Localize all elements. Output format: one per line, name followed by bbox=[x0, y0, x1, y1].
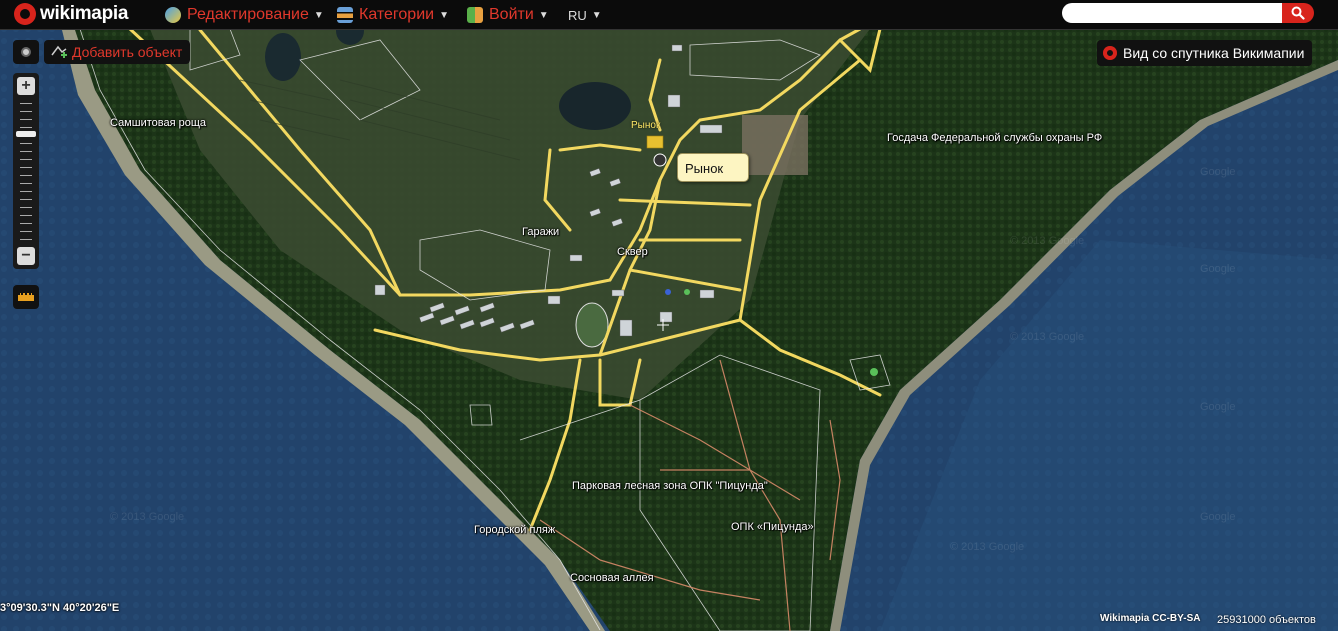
zoom-tick bbox=[20, 183, 32, 184]
copyright-text[interactable]: Wikimapia CC-BY-SA bbox=[1100, 613, 1200, 624]
search-icon bbox=[1291, 6, 1305, 20]
language-selector[interactable]: RU ▼ bbox=[568, 5, 602, 25]
categories-icon bbox=[337, 7, 353, 23]
zoom-slider-handle[interactable] bbox=[16, 131, 36, 137]
svg-text:Google: Google bbox=[1200, 166, 1235, 178]
object-count: 25931000 объектов bbox=[1217, 614, 1316, 626]
top-bar: wikimapia Редактирование ▼ Категории ▼ В… bbox=[0, 0, 1338, 30]
map-label-opk[interactable]: ОПК «Пицунда» bbox=[731, 521, 814, 533]
zoom-control: + − bbox=[13, 73, 39, 269]
add-object-label: Добавить объект bbox=[72, 44, 183, 60]
ruler-button[interactable] bbox=[13, 285, 39, 309]
satellite-view-button[interactable]: Вид со спутника Викимапии bbox=[1097, 40, 1313, 66]
search-input[interactable] bbox=[1062, 3, 1282, 23]
svg-text:© 2013 Google: © 2013 Google bbox=[1010, 331, 1084, 343]
wikimapia-logo[interactable]: wikimapia bbox=[14, 3, 128, 25]
logo-text: wikimapia bbox=[40, 3, 129, 24]
satellite-view-label: Вид со спутника Викимапии bbox=[1123, 45, 1305, 61]
zoom-tick bbox=[20, 191, 32, 192]
svg-text:© 2013 Google: © 2013 Google bbox=[110, 511, 184, 523]
zoom-tick bbox=[20, 199, 32, 200]
svg-text:Google: Google bbox=[1200, 263, 1235, 275]
zoom-tick bbox=[20, 159, 32, 160]
wikimapia-logo-icon bbox=[1103, 46, 1117, 60]
menu-edit-label: Редактирование bbox=[187, 6, 309, 23]
chevron-down-icon: ▼ bbox=[591, 9, 602, 21]
zoom-tick bbox=[20, 175, 32, 176]
zoom-tick bbox=[20, 119, 32, 120]
zoom-out-button[interactable]: − bbox=[17, 247, 35, 265]
zoom-tick bbox=[20, 143, 32, 144]
map-label-park[interactable]: Парковая лесная зона ОПК "Пицунда" bbox=[572, 480, 768, 492]
menu-edit[interactable]: Редактирование ▼ bbox=[165, 5, 324, 25]
menu-login[interactable]: Войти ▼ bbox=[467, 5, 549, 25]
zoom-tick bbox=[20, 127, 32, 128]
zoom-tick bbox=[20, 167, 32, 168]
zoom-tick bbox=[20, 231, 32, 232]
search-button[interactable] bbox=[1282, 3, 1314, 23]
map-label-garazhi[interactable]: Гаражи bbox=[522, 226, 559, 238]
zoom-tick bbox=[20, 223, 32, 224]
login-icon bbox=[467, 7, 483, 23]
add-object-button[interactable]: Добавить объект bbox=[44, 40, 191, 64]
add-object-icon bbox=[51, 45, 67, 58]
svg-text:Google: Google bbox=[1200, 401, 1235, 413]
zoom-tick bbox=[20, 239, 32, 240]
zoom-tick bbox=[20, 215, 32, 216]
map-label-skver[interactable]: Сквер bbox=[617, 246, 648, 258]
coordinates-readout: 3°09'30.3"N 40°20'26"E bbox=[0, 602, 120, 614]
svg-text:© 2013 Google: © 2013 Google bbox=[1010, 235, 1084, 247]
market-pin-label[interactable]: Рынок bbox=[631, 120, 660, 131]
map-label-beach[interactable]: Городской пляж bbox=[474, 524, 555, 536]
satellite-map[interactable]: © 2013 Google Google © 2013 Google Googl… bbox=[0, 0, 1338, 631]
wikimapia-logo-icon bbox=[14, 3, 36, 25]
zoom-in-button[interactable]: + bbox=[17, 77, 35, 95]
map-label-alley[interactable]: Сосновая аллея bbox=[570, 572, 654, 584]
language-label: RU bbox=[568, 7, 587, 23]
chevron-down-icon: ▼ bbox=[439, 9, 449, 21]
chevron-down-icon: ▼ bbox=[313, 9, 324, 21]
menu-categories[interactable]: Категории ▼ bbox=[337, 5, 449, 25]
svg-text:© 2013 Google: © 2013 Google bbox=[950, 541, 1024, 553]
zoom-tick bbox=[20, 111, 32, 112]
ruler-icon bbox=[18, 293, 34, 301]
chevron-down-icon: ▼ bbox=[538, 9, 549, 21]
map-label-samshitovaya[interactable]: Самшитовая роща bbox=[110, 117, 206, 129]
menu-categories-label: Категории bbox=[359, 6, 435, 23]
zoom-tick bbox=[20, 151, 32, 152]
menu-login-label: Войти bbox=[489, 6, 534, 23]
svg-text:Google: Google bbox=[1200, 511, 1235, 523]
object-tooltip: Рынок bbox=[677, 153, 749, 182]
zoom-tick bbox=[20, 207, 32, 208]
map-label-gosdacha[interactable]: Госдача Федеральной службы охраны РФ bbox=[887, 132, 1102, 144]
locate-icon bbox=[21, 47, 31, 57]
locate-button[interactable] bbox=[13, 40, 39, 64]
zoom-tick bbox=[20, 103, 32, 104]
edit-icon bbox=[165, 7, 181, 23]
